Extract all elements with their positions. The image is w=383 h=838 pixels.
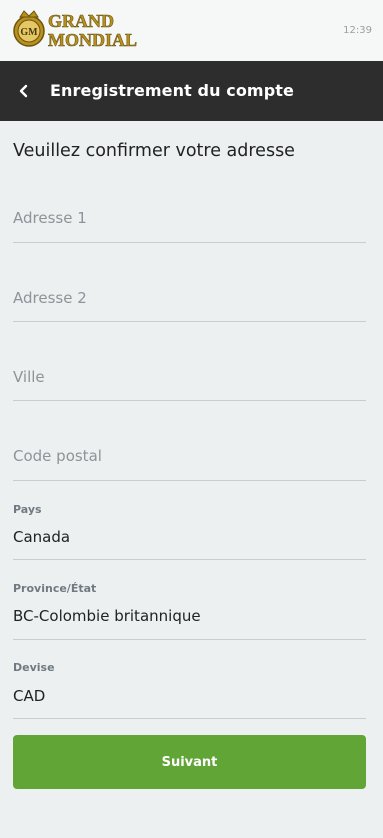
next-button[interactable]: Suivant: [13, 735, 366, 789]
address1-placeholder: Adresse 1: [13, 209, 87, 227]
grand-mondial-logo: GM GRAND MONDIAL: [13, 10, 137, 50]
currency-field[interactable]: Devise CAD: [13, 659, 366, 719]
header-title: Enregistrement du compte: [50, 81, 294, 100]
back-button[interactable]: [14, 81, 34, 101]
currency-value: CAD: [13, 687, 46, 705]
postal-code-placeholder: Code postal: [13, 447, 102, 465]
province-field[interactable]: Province/État BC-Colombie britannique: [13, 579, 366, 640]
logo-text-mondial: MONDIAL: [48, 30, 137, 50]
logo-text-grand: GRAND: [48, 11, 114, 31]
page-header: Enregistrement du compte: [0, 61, 383, 121]
country-label: Pays: [13, 503, 42, 516]
postal-code-field[interactable]: Code postal: [13, 436, 366, 481]
form-title: Veuillez confirmer votre adresse: [13, 141, 295, 161]
address1-field[interactable]: Adresse 1: [13, 199, 366, 243]
country-field[interactable]: Pays Canada: [13, 500, 366, 560]
city-field[interactable]: Ville: [13, 357, 366, 401]
top-bar: GM GRAND MONDIAL 12:39: [0, 0, 383, 61]
country-value: Canada: [13, 528, 71, 546]
province-label: Province/État: [13, 582, 97, 595]
address2-placeholder: Adresse 2: [13, 289, 87, 307]
chevron-left-icon: [19, 84, 28, 98]
city-placeholder: Ville: [13, 368, 45, 386]
address2-field[interactable]: Adresse 2: [13, 278, 366, 322]
status-time: 12:39: [343, 25, 372, 36]
province-value: BC-Colombie britannique: [13, 607, 201, 625]
logo-emblem-text: GM: [20, 27, 38, 38]
currency-label: Devise: [13, 661, 55, 674]
